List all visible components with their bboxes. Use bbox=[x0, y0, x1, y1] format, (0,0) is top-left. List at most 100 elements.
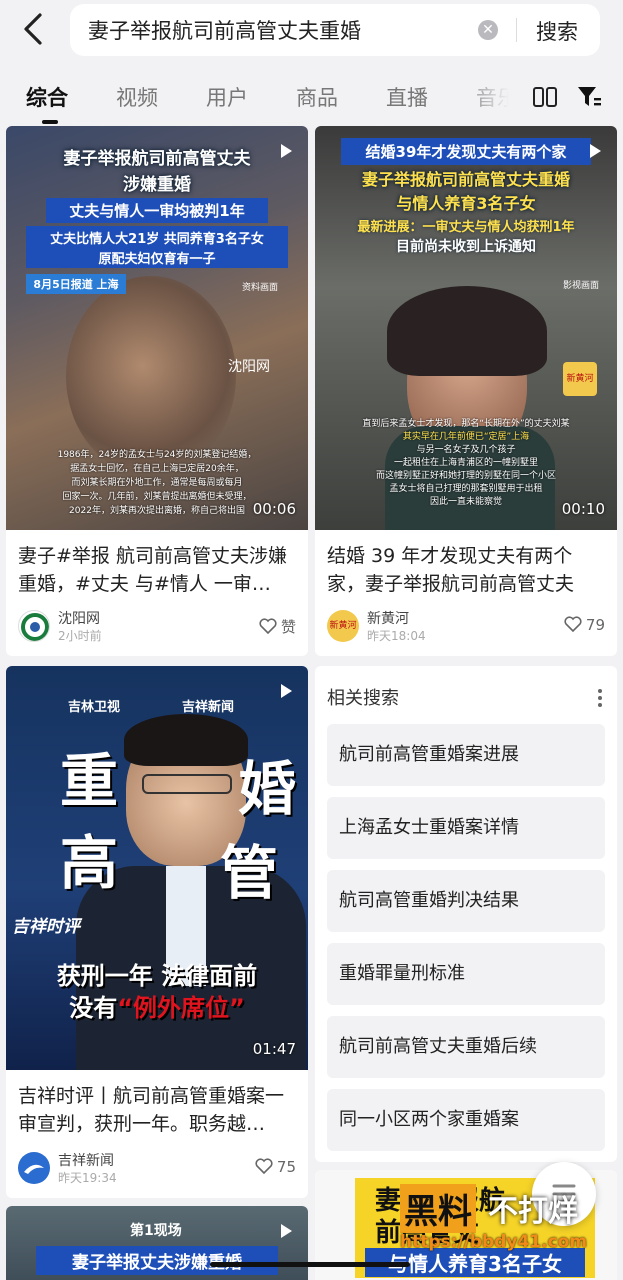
big-char: 高 bbox=[60, 829, 119, 897]
search-box: ✕ 搜索 bbox=[70, 4, 600, 56]
overlay-title-2: 与情人养育3名子女 bbox=[396, 194, 536, 213]
heart-icon bbox=[255, 1158, 273, 1175]
like-button[interactable]: 赞 bbox=[259, 616, 296, 637]
video-duration: 00:06 bbox=[252, 500, 296, 518]
tab-live[interactable]: 直播 bbox=[386, 82, 428, 112]
play-icon bbox=[281, 684, 292, 698]
video-card-1[interactable]: 妻子举报航司前高管丈夫 涉嫌重婚 丈夫与情人一审均被判1年 丈夫比情人大21岁 … bbox=[6, 126, 308, 656]
back-icon[interactable] bbox=[20, 12, 48, 46]
headline-highlight: “例外席位” bbox=[117, 994, 245, 1022]
top-bar: ✕ 搜索 bbox=[0, 0, 623, 64]
tab-video[interactable]: 视频 bbox=[116, 82, 158, 112]
overlay-title-2: 涉嫌重婚 bbox=[123, 175, 191, 195]
big-char: 重 bbox=[60, 747, 119, 815]
caption-line: 而这幢别墅正好和她打理的别墅在同一个小区 bbox=[375, 471, 556, 481]
watermark: 黑料 不打烊 https://bbdy41.com bbox=[400, 1184, 600, 1264]
source-tag: 资料画面 bbox=[242, 283, 279, 293]
play-icon bbox=[590, 144, 601, 158]
blurred-face bbox=[66, 276, 236, 476]
avatar[interactable] bbox=[18, 1152, 50, 1184]
brand-right: 吉祥新闻 bbox=[182, 700, 235, 715]
tab-products[interactable]: 商品 bbox=[296, 82, 338, 112]
tab-users[interactable]: 用户 bbox=[206, 82, 248, 112]
overlay-headline-2: 没有“例外席位” bbox=[6, 988, 308, 1023]
video-duration: 00:10 bbox=[561, 500, 605, 518]
post-time: 昨天19:34 bbox=[58, 1171, 117, 1185]
program-badge: 第1现场 bbox=[130, 1223, 182, 1239]
tab-bar: 综合 视频 用户 商品 直播 音乐 bbox=[0, 74, 623, 124]
tab-fade bbox=[460, 74, 530, 120]
home-indicator bbox=[210, 1262, 410, 1267]
author-name[interactable]: 新黄河 bbox=[367, 608, 409, 628]
author-name[interactable]: 吉祥新闻 bbox=[58, 1150, 114, 1170]
video-title[interactable]: 妻子#举报 航司前高管丈夫涉嫌重婚，#丈夫 与#情人 一审… bbox=[18, 542, 296, 598]
related-title: 相关搜索 bbox=[327, 688, 399, 709]
caption-line: 直到后来孟女士才发现，那名“长期在外”的丈夫刘某 bbox=[362, 419, 570, 429]
avatar[interactable]: 新黄河 bbox=[327, 610, 359, 642]
related-searches: 相关搜索 航司前高管重婚案进展 上海孟女士重婚案详情 航司高管重婚判决结果 重婚… bbox=[315, 666, 617, 1162]
play-icon bbox=[281, 144, 292, 158]
video-card-4[interactable]: 第1现场 妻子举报丈夫涉嫌重婚 bbox=[6, 1206, 308, 1280]
overlay-title: 妻子举报航司前高管丈夫重婚 bbox=[361, 170, 570, 189]
related-item[interactable]: 航司前高管重婚案进展 bbox=[327, 724, 605, 786]
tab-comprehensive[interactable]: 综合 bbox=[26, 82, 68, 112]
overlay-verdict: 丈夫与情人一审均被判1年 bbox=[46, 198, 268, 223]
caption-block: 直到后来孟女士才发现，那名“长期在外”的丈夫刘某 其实早在几年前便已“定居”上海… bbox=[321, 418, 611, 509]
like-count: 赞 bbox=[280, 618, 296, 636]
author-row: 吉祥新闻 昨天19:34 75 bbox=[18, 1148, 296, 1188]
like-button[interactable]: 79 bbox=[564, 616, 605, 634]
caption-line: 而刘某长期在外地工作，通常是每周或每月 bbox=[71, 478, 243, 488]
program-name: 吉祥时评 bbox=[12, 917, 80, 937]
related-item[interactable]: 航司前高管丈夫重婚后续 bbox=[327, 1016, 605, 1078]
watermark-url: https://bbdy41.com bbox=[400, 1232, 588, 1252]
video-card-3[interactable]: 吉林卫视 吉祥新闻 重 婚 高 管 吉祥时评 获刑一年 法律面前 没有“例外席位… bbox=[6, 666, 308, 1198]
related-item[interactable]: 同一小区两个家重婚案 bbox=[327, 1089, 605, 1151]
caption-line: 与另一名女子及几个孩子 bbox=[416, 445, 516, 455]
search-input[interactable] bbox=[88, 12, 468, 48]
video-thumbnail[interactable]: 结婚39年才发现丈夫有两个家 妻子举报航司前高管丈夫重婚 与情人养育3名子女 最… bbox=[315, 126, 617, 530]
related-item[interactable]: 航司高管重婚判决结果 bbox=[327, 870, 605, 932]
overlay-headline: 获刑一年 法律面前 bbox=[56, 962, 258, 990]
overlay-detail-2: 原配夫妇仅育有一子 bbox=[26, 247, 288, 268]
source-tag: 影视画面 bbox=[563, 281, 600, 291]
tab-active-indicator bbox=[42, 120, 58, 124]
like-count: 75 bbox=[276, 1158, 296, 1176]
big-char: 管 bbox=[220, 839, 279, 907]
headline-part: 没有 bbox=[69, 994, 118, 1022]
video-card-2[interactable]: 结婚39年才发现丈夫有两个家 妻子举报航司前高管丈夫重婚 与情人养育3名子女 最… bbox=[315, 126, 617, 656]
report-tag: 8月5日报道 上海 bbox=[26, 274, 126, 294]
related-item[interactable]: 重婚罪量刑标准 bbox=[327, 943, 605, 1005]
overlay-headline: 妻子举报丈夫涉嫌重婚 bbox=[36, 1246, 278, 1275]
clear-icon[interactable]: ✕ bbox=[478, 20, 498, 40]
overlay-title: 妻子举报航司前高管丈夫 bbox=[63, 149, 251, 169]
video-title[interactable]: 结婚 39 年才发现丈夫有两个家，妻子举报航司前高管丈夫重… bbox=[327, 542, 605, 598]
author-name[interactable]: 沈阳网 bbox=[58, 608, 100, 628]
overlay-progress: 最新进展：一审丈夫与情人均获刑1年 bbox=[357, 220, 575, 235]
heart-icon bbox=[259, 618, 277, 635]
caption-line: 据孟女士回忆，在自己上海已定居20余年， bbox=[70, 464, 244, 474]
logo-badge: 新黄河 bbox=[563, 362, 597, 396]
author-row: 沈阳网 2小时前 赞 bbox=[18, 606, 296, 646]
video-thumbnail[interactable]: 吉林卫视 吉祥新闻 重 婚 高 管 吉祥时评 获刑一年 法律面前 没有“例外席位… bbox=[6, 666, 308, 1070]
related-item[interactable]: 上海孟女士重婚案详情 bbox=[327, 797, 605, 859]
layout-toggle-icon[interactable] bbox=[532, 86, 558, 108]
host-hair bbox=[124, 714, 248, 766]
filter-icon[interactable] bbox=[576, 84, 602, 110]
video-duration: 01:47 bbox=[252, 1040, 296, 1058]
like-count: 79 bbox=[585, 616, 605, 634]
video-thumbnail[interactable]: 第1现场 妻子举报丈夫涉嫌重婚 bbox=[6, 1206, 308, 1280]
video-title[interactable]: 吉祥时评丨航司前高管重婚案一审宣判，获刑一年。职务越… bbox=[18, 1082, 296, 1138]
post-time: 昨天18:04 bbox=[367, 629, 426, 643]
search-button[interactable]: 搜索 bbox=[536, 16, 578, 46]
play-icon bbox=[281, 1224, 292, 1238]
video-thumbnail[interactable]: 妻子举报航司前高管丈夫 涉嫌重婚 丈夫与情人一审均被判1年 丈夫比情人大21岁 … bbox=[6, 126, 308, 530]
brand-left: 吉林卫视 bbox=[68, 700, 121, 715]
more-icon[interactable] bbox=[597, 688, 603, 708]
big-char: 婚 bbox=[238, 755, 297, 823]
caption-line: 孟女士将自己打理的那套别墅用于出租 bbox=[389, 484, 543, 494]
search-separator bbox=[516, 18, 517, 42]
like-button[interactable]: 75 bbox=[255, 1158, 296, 1176]
watermark-brand-b: 不打烊 bbox=[488, 1194, 578, 1229]
avatar[interactable] bbox=[18, 610, 50, 642]
heart-icon bbox=[564, 616, 582, 633]
